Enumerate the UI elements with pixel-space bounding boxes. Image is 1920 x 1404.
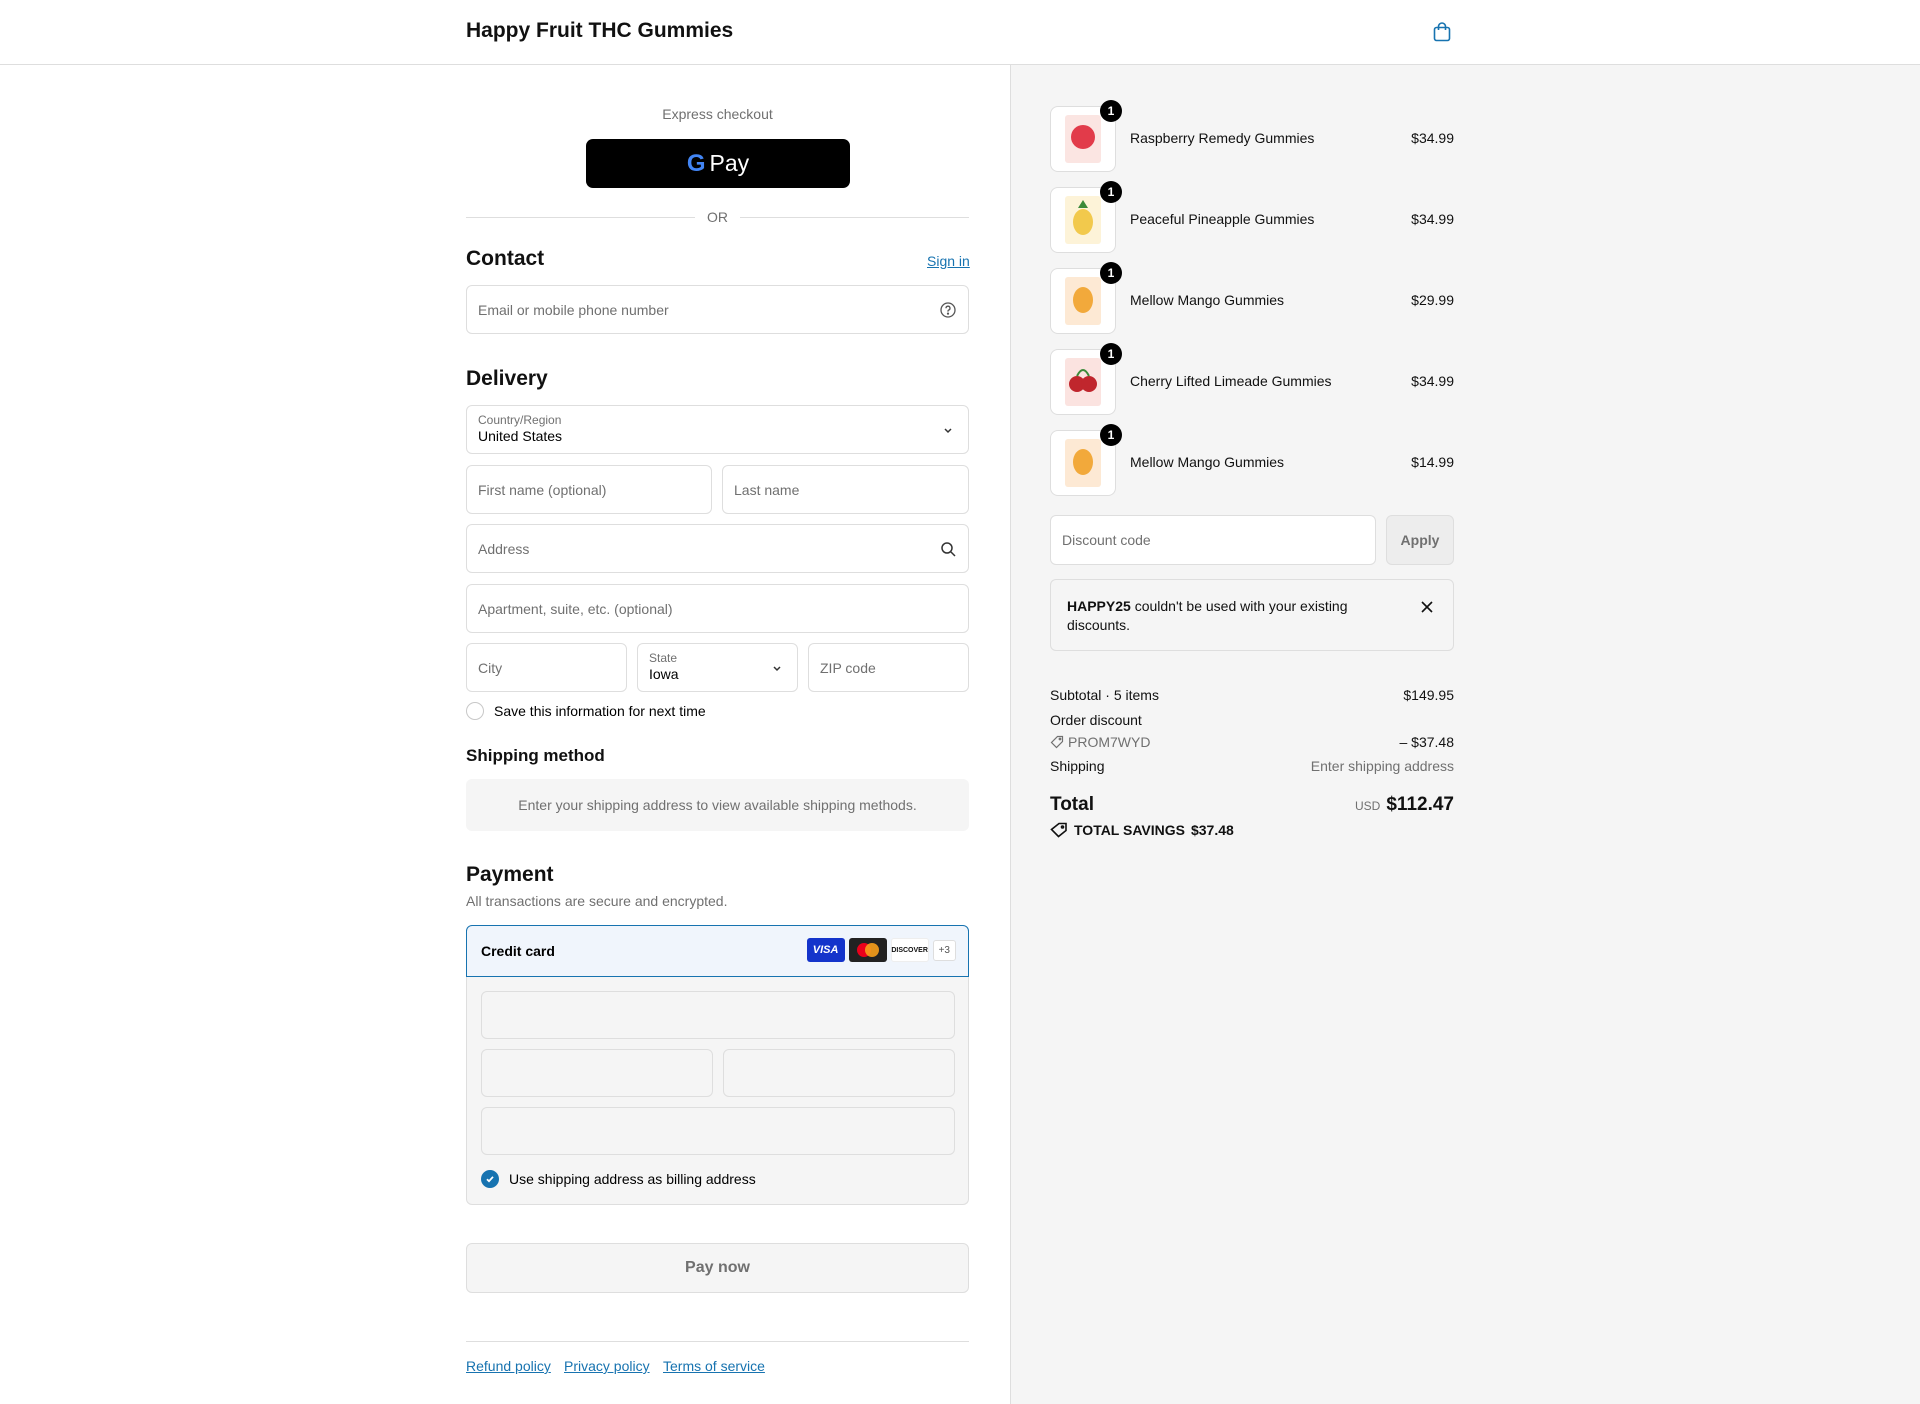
save-info-checkbox-row[interactable]: Save this information for next time	[466, 702, 706, 720]
item-name: Peaceful Pineapple Gummies	[1130, 211, 1315, 227]
item-name: Cherry Lifted Limeade Gummies	[1130, 373, 1332, 389]
payment-heading: Payment	[466, 863, 554, 886]
item-name: Mellow Mango Gummies	[1130, 454, 1285, 470]
help-circle-icon[interactable]	[939, 301, 957, 319]
quantity-badge: 1	[1100, 181, 1122, 203]
applied-discount-code: PROM7WYD	[1068, 734, 1151, 750]
pay-now-button[interactable]: Pay now	[466, 1243, 969, 1293]
email-field[interactable]: Email or mobile phone number	[466, 285, 969, 334]
shipping-method-info: Enter your shipping address to view avai…	[466, 779, 969, 831]
save-info-label: Save this information for next time	[494, 703, 706, 719]
privacy-policy-link[interactable]: Privacy policy	[564, 1358, 650, 1374]
shipping-value: Enter shipping address	[1310, 758, 1454, 774]
product-thumbnail: 1	[1050, 100, 1122, 172]
sign-in-link[interactable]: Sign in	[927, 253, 970, 269]
total-value: $112.47	[1386, 794, 1454, 815]
billing-same-label: Use shipping address as billing address	[509, 1171, 756, 1187]
discount-value: – $37.48	[1399, 734, 1455, 750]
mastercard-icon	[848, 938, 887, 962]
discount-code-field[interactable]: Discount code	[1050, 515, 1376, 565]
line-item: 1 Mellow Mango Gummies $14.99	[1050, 424, 1454, 496]
item-price: $34.99	[1411, 373, 1454, 389]
last-name-field[interactable]: Last name	[722, 465, 969, 514]
line-item: 1 Raspberry Remedy Gummies $34.99	[1050, 100, 1454, 172]
product-thumbnail: 1	[1050, 343, 1122, 415]
or-divider: OR	[466, 207, 969, 227]
refund-policy-link[interactable]: Refund policy	[466, 1358, 551, 1374]
tag-icon	[1050, 822, 1067, 838]
product-thumbnail: 1	[1050, 262, 1122, 334]
address-field[interactable]: Address	[466, 524, 969, 573]
shipping-row: Shipping Enter shipping address	[1050, 758, 1454, 774]
subtotal-row: Subtotal · 5 items $149.95	[1050, 687, 1454, 703]
total-label: Total	[1050, 794, 1094, 815]
product-thumbnail: 1	[1050, 424, 1122, 496]
header: Happy Fruit THC Gummies	[0, 0, 1920, 65]
city-field[interactable]: City	[466, 643, 627, 692]
first-name-field[interactable]: First name (optional)	[466, 465, 712, 514]
footer-divider	[466, 1341, 969, 1342]
subtotal-value: $149.95	[1403, 687, 1454, 703]
zip-field[interactable]: ZIP code	[808, 643, 969, 692]
delivery-heading: Delivery	[466, 367, 548, 390]
credit-card-form: Use shipping address as billing address	[466, 977, 969, 1205]
country-select[interactable]: Country/Region United States	[466, 405, 969, 454]
google-pay-button[interactable]: G Pay	[586, 139, 850, 188]
apartment-field[interactable]: Apartment, suite, etc. (optional)	[466, 584, 969, 633]
tag-icon	[1050, 735, 1064, 749]
quantity-badge: 1	[1100, 343, 1122, 365]
express-checkout-label: Express checkout	[662, 106, 773, 122]
item-name: Raspberry Remedy Gummies	[1130, 130, 1315, 146]
state-select[interactable]: State Iowa	[637, 643, 798, 692]
store-name[interactable]: Happy Fruit THC Gummies	[466, 19, 733, 43]
close-icon[interactable]	[1419, 599, 1435, 615]
billing-same-row[interactable]: Use shipping address as billing address	[481, 1170, 756, 1188]
discount-code-row: PROM7WYD – $37.48	[1050, 734, 1454, 752]
discount-error-code: HAPPY25	[1067, 598, 1131, 614]
total-row: Total USD $112.47	[1050, 794, 1454, 818]
credit-card-label: Credit card	[481, 943, 555, 959]
item-price: $14.99	[1411, 454, 1454, 470]
billing-same-checkbox[interactable]	[481, 1170, 499, 1188]
card-number-field[interactable]	[481, 991, 955, 1039]
google-g-icon: G	[686, 149, 706, 177]
expiration-date-field[interactable]	[481, 1049, 713, 1097]
total-savings-label: TOTAL SAVINGS	[1074, 822, 1185, 838]
credit-card-option[interactable]: Credit card VISA DISCOVER +3	[466, 925, 969, 977]
total-savings-value: $37.48	[1190, 822, 1234, 838]
quantity-badge: 1	[1100, 424, 1122, 446]
cart-bag-icon[interactable]	[1430, 20, 1454, 44]
gpay-label: Pay	[709, 150, 750, 176]
save-info-checkbox[interactable]	[466, 702, 484, 720]
product-thumbnail: 1	[1050, 181, 1122, 253]
item-price: $34.99	[1411, 211, 1454, 227]
total-savings-row: TOTAL SAVINGS $37.48	[1050, 822, 1454, 838]
currency-code: USD	[1355, 799, 1381, 813]
card-brands: VISA DISCOVER +3	[806, 938, 956, 962]
item-price: $29.99	[1411, 292, 1454, 308]
line-item: 1 Mellow Mango Gummies $29.99	[1050, 262, 1454, 334]
shipping-method-heading: Shipping method	[466, 746, 605, 765]
discount-error-notice: HAPPY25 couldn't be used with your exist…	[1050, 579, 1454, 651]
discover-icon: DISCOVER	[890, 938, 929, 962]
more-cards-badge: +3	[932, 939, 956, 961]
quantity-badge: 1	[1100, 262, 1122, 284]
chevron-down-icon	[768, 659, 786, 677]
security-code-field[interactable]	[723, 1049, 955, 1097]
terms-of-service-link[interactable]: Terms of service	[663, 1358, 765, 1374]
visa-icon: VISA	[806, 938, 845, 962]
chevron-down-icon	[939, 421, 957, 439]
order-discount-row: Order discount	[1050, 712, 1142, 728]
quantity-badge: 1	[1100, 100, 1122, 122]
apply-discount-button[interactable]: Apply	[1386, 515, 1454, 565]
contact-heading: Contact	[466, 247, 545, 270]
item-price: $34.99	[1411, 130, 1454, 146]
line-item: 1 Peaceful Pineapple Gummies $34.99	[1050, 181, 1454, 253]
line-item: 1 Cherry Lifted Limeade Gummies $34.99	[1050, 343, 1454, 415]
name-on-card-field[interactable]	[481, 1107, 955, 1155]
item-name: Mellow Mango Gummies	[1130, 292, 1285, 308]
payment-subtitle: All transactions are secure and encrypte…	[466, 893, 728, 909]
search-icon	[939, 540, 957, 558]
